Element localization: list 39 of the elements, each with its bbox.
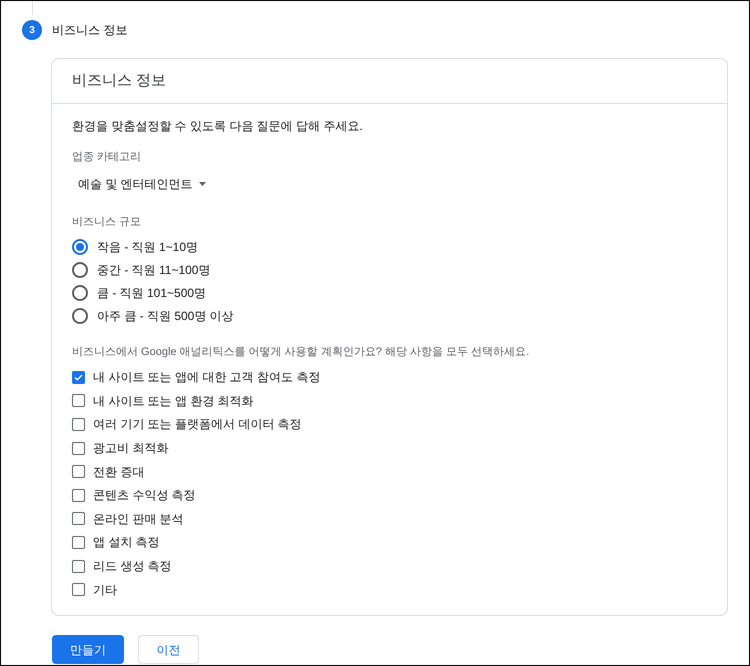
checkbox-label: 콘텐츠 수익성 측정 [93, 487, 196, 504]
card-title: 비즈니스 정보 [72, 70, 166, 91]
radio-button[interactable] [72, 262, 88, 278]
checkbox[interactable] [72, 560, 85, 573]
checkbox-label: 광고비 최적화 [93, 440, 168, 458]
usage-question: 비즈니스에서 Google 애널리틱스를 어떻게 사용할 계획인가요? 해당 사항을 모두 선택하세요. [72, 345, 530, 360]
checkbox[interactable] [72, 370, 85, 384]
checkbox[interactable] [72, 536, 85, 549]
checkbox-label: 기타 [93, 582, 117, 599]
radio-button[interactable] [72, 284, 88, 300]
radio-button[interactable] [72, 308, 88, 324]
category-dropdown[interactable]: 예술 및 엔터테인먼트 [78, 174, 206, 192]
checkbox-label: 리드 생성 측정 [93, 558, 172, 576]
checkbox-label: 온라인 판매 분석 [93, 510, 184, 528]
checkbox[interactable] [72, 488, 85, 502]
checkbox-label: 여러 기기 또는 플랫폼에서 데이터 측정 [93, 416, 302, 434]
step-title: 비즈니스 정보 [52, 22, 128, 39]
category-label: 업종 카테고리 [72, 150, 142, 165]
checkbox[interactable] [72, 418, 85, 431]
size-label: 비즈니스 규모 [72, 214, 142, 230]
checkbox[interactable] [72, 394, 85, 408]
radio-label: 큼 - 직원 101~500명 [97, 284, 206, 302]
step-number-badge: 3 [22, 20, 42, 40]
checkbox-label: 내 사이트 또는 앱 환경 최적화 [93, 392, 254, 410]
create-button[interactable]: 만들기 [52, 635, 124, 664]
checkbox-label: 전환 증대 [93, 464, 144, 481]
checkbox-label: 앱 설치 측정 [93, 534, 160, 552]
checkbox[interactable] [72, 442, 85, 455]
checkbox[interactable] [72, 465, 85, 478]
radio-button[interactable] [72, 238, 88, 254]
previous-button[interactable]: 이전 [138, 635, 199, 664]
intro-text: 환경을 맞춤설정할 수 있도록 다음 질문에 답해 주세요. [72, 118, 364, 135]
checkbox[interactable] [72, 512, 85, 526]
checkbox-label: 내 사이트 또는 앱에 대한 고객 참여도 측정 [93, 369, 320, 386]
radio-label: 중간 - 직원 11~100명 [97, 262, 210, 278]
radio-label: 아주 큼 - 직원 500명 이상 [97, 308, 234, 324]
checkbox[interactable] [72, 583, 85, 596]
radio-label: 작음 - 직원 1~10명 [97, 238, 198, 256]
caret-icon [198, 182, 206, 186]
